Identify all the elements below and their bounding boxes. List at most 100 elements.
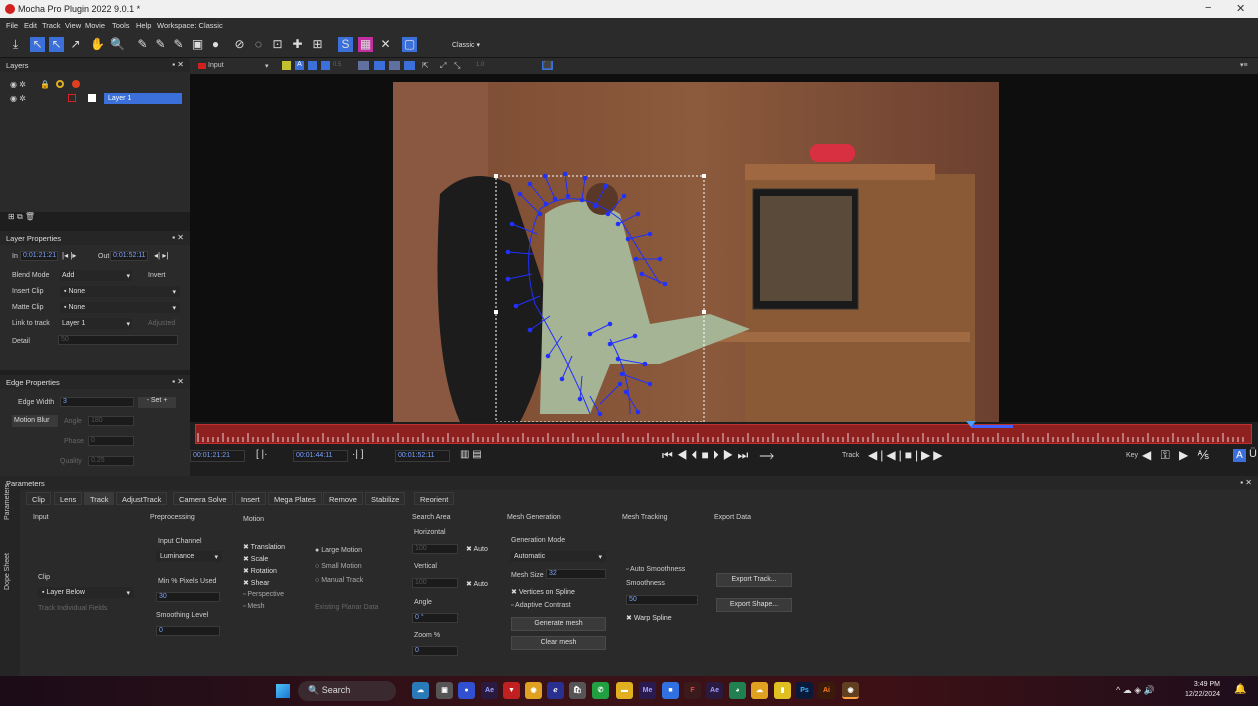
minimize-button[interactable]: − — [1205, 2, 1211, 14]
app-red-icon[interactable]: F — [684, 682, 701, 699]
app-blue-icon[interactable]: ■ — [662, 682, 679, 699]
track-controls[interactable]: ◀|◀|■|▶▶ — [868, 448, 946, 462]
add-layer-icon[interactable]: ⊞ — [8, 212, 15, 221]
layer-visibility-icon[interactable]: ◉ ✲ — [10, 94, 26, 103]
detail-field[interactable]: 50 — [58, 335, 178, 345]
in-buttons[interactable]: |◂ |▸ — [62, 251, 76, 260]
quality-field[interactable]: 0.25 — [88, 456, 134, 466]
zoom-field[interactable]: 0 — [412, 646, 458, 656]
export-track-button[interactable]: Export Track... — [716, 573, 792, 587]
motion-option-checkbox[interactable]: ✖ Translation — [243, 543, 313, 555]
layer-color-swatch[interactable] — [68, 94, 76, 102]
clock-time[interactable]: 3:49 PM — [1182, 681, 1220, 688]
layer-matte-swatch[interactable] — [88, 94, 96, 102]
in-field[interactable]: 0:01:21:21 — [20, 251, 58, 261]
delete-layer-icon[interactable]: 🗑 — [25, 212, 35, 221]
tab-lens[interactable]: Lens — [54, 492, 83, 505]
existing-planar-data-checkbox[interactable]: Existing Planar Data — [315, 604, 378, 611]
layer-properties-close-icon[interactable]: ▪ ✕ — [172, 233, 184, 242]
workspace-select[interactable]: Classic ▾ — [452, 41, 480, 49]
tab-track[interactable]: Track — [84, 492, 115, 505]
hand-tool-icon[interactable]: ✋ — [90, 37, 105, 52]
zoom-value[interactable]: 1.0 — [476, 62, 484, 68]
motion-option-checkbox[interactable]: ✖ Rotation — [243, 567, 313, 579]
ai-icon[interactable]: Ai — [818, 682, 835, 699]
smoothing-level-field[interactable]: 0 — [156, 626, 220, 636]
zoom-tool-icon[interactable]: 🔍 — [110, 37, 125, 52]
set-in-icon[interactable]: [ |· — [256, 449, 267, 460]
key-controls[interactable]: ◀ ⚿ ▶ ⅍ — [1142, 448, 1212, 463]
tab-camera-solve[interactable]: Camera Solve — [173, 492, 233, 505]
clock-date[interactable]: 12/22/2024 — [1182, 691, 1220, 698]
vertical-auto-checkbox[interactable]: ✖ Auto — [466, 580, 488, 588]
motion-option-checkbox[interactable]: ▫ Mesh — [243, 603, 313, 615]
angle-field[interactable]: 180 — [88, 416, 134, 426]
start-icon[interactable] — [276, 684, 290, 698]
horizontal-field[interactable]: 100 — [412, 544, 458, 554]
ps-icon[interactable]: Ps — [796, 682, 813, 699]
set-out-icon[interactable]: ·| ] — [352, 449, 363, 460]
task-view-icon[interactable]: ▣ — [436, 682, 453, 699]
edge-icon[interactable]: ℯ — [547, 682, 564, 699]
save-icon[interactable]: ⤓ — [8, 37, 23, 52]
current-time-field[interactable]: 00:01:21:21 — [190, 450, 245, 462]
insert-clip-select[interactable]: ▪ None ▾ — [60, 286, 180, 297]
side-tab-dope-sheet[interactable]: Dope Sheet — [4, 553, 11, 590]
parameters-close-icon[interactable]: ▪ ✕ — [1240, 478, 1252, 487]
edge-properties-close-icon[interactable]: ▪ ✕ — [172, 377, 184, 386]
mocha-taskbar-icon[interactable]: ◉ — [842, 682, 859, 699]
ellipse-tool-icon[interactable]: ● — [208, 37, 223, 52]
spline-tool-icon[interactable]: ✎ — [135, 37, 150, 52]
link-to-track-select[interactable]: Layer 1 ▾ — [60, 318, 132, 329]
tab-mega-plates[interactable]: Mega Plates — [268, 492, 322, 505]
export-shape-button[interactable]: Export Shape... — [716, 598, 792, 612]
widgets-icon[interactable]: ☁ — [412, 682, 429, 699]
layer-view-icon[interactable] — [374, 61, 385, 70]
menu-edit[interactable]: Edit — [24, 21, 37, 30]
keyframe-icon[interactable]: Ü — [1249, 448, 1257, 460]
clear-mesh-button[interactable]: Clear mesh — [511, 636, 606, 650]
alpha-icon[interactable]: A — [295, 61, 304, 70]
horizontal-auto-checkbox[interactable]: ✖ Auto — [466, 545, 488, 553]
app-green-icon[interactable]: ◕ — [729, 682, 746, 699]
follow-icon[interactable]: ⤢ — [440, 61, 446, 71]
input-channel-select[interactable]: Luminance ▾ — [156, 551, 222, 562]
in-time-field[interactable]: 00:01:44:11 — [293, 450, 348, 462]
menu-track[interactable]: Track — [42, 21, 60, 30]
out-time-field[interactable]: 00:01:52:11 — [395, 450, 450, 462]
folder-app-icon[interactable]: ▮ — [774, 682, 791, 699]
menu-file[interactable]: File — [6, 21, 18, 30]
adaptive-contrast-checkbox[interactable]: ▫ Adaptive Contrast — [511, 602, 571, 609]
brave-icon[interactable]: ▼ — [503, 682, 520, 699]
close-button[interactable]: ✕ — [1236, 2, 1245, 15]
surface-tool-icon[interactable]: ⊡ — [270, 37, 285, 52]
angle-field-search[interactable]: 0 ° — [412, 613, 458, 623]
large-motion-radio[interactable]: ● Large Motion — [315, 547, 362, 554]
viewer-menu-icon[interactable]: ▾≡ — [1240, 61, 1248, 69]
spline-add-icon[interactable]: ✎ — [153, 37, 168, 52]
file-explorer-icon[interactable]: ▬ — [616, 682, 633, 699]
stabilize-icon[interactable]: ⇱ — [422, 61, 429, 70]
auto-smoothness-checkbox[interactable]: ▫ Auto Smoothness — [626, 566, 685, 573]
teams-icon[interactable]: ● — [458, 682, 475, 699]
adjusted-checkbox[interactable]: Adjusted — [148, 320, 175, 327]
me-icon[interactable]: Me — [639, 682, 656, 699]
grid-view-icon[interactable] — [389, 61, 400, 70]
side-tab-parameters[interactable]: Parameters — [4, 484, 11, 520]
range-icons[interactable]: ▥ ▤ — [460, 449, 482, 460]
tracking-view-icon[interactable] — [404, 61, 415, 70]
generate-mesh-button[interactable]: Generate mesh — [511, 617, 606, 631]
surface-edge-left[interactable] — [494, 310, 498, 314]
video-frame[interactable] — [190, 74, 1258, 423]
chrome-icon[interactable]: ◉ — [525, 682, 542, 699]
min-pixels-field[interactable]: 30 — [156, 592, 220, 602]
mesh-size-field[interactable]: 32 — [546, 569, 606, 579]
menu-workspace[interactable]: Workspace: Classic — [157, 21, 223, 30]
edge-width-field[interactable]: 3 — [60, 397, 134, 407]
ae-icon-1[interactable]: Ae — [481, 682, 498, 699]
phase-field[interactable]: 0 — [88, 436, 134, 446]
surface-corner-tr[interactable] — [702, 174, 706, 178]
mask-icon[interactable] — [321, 61, 330, 70]
warp-spline-checkbox[interactable]: ✖ Warp Spline — [626, 614, 672, 622]
manual-track-radio[interactable]: ○ Manual Track — [315, 577, 363, 584]
